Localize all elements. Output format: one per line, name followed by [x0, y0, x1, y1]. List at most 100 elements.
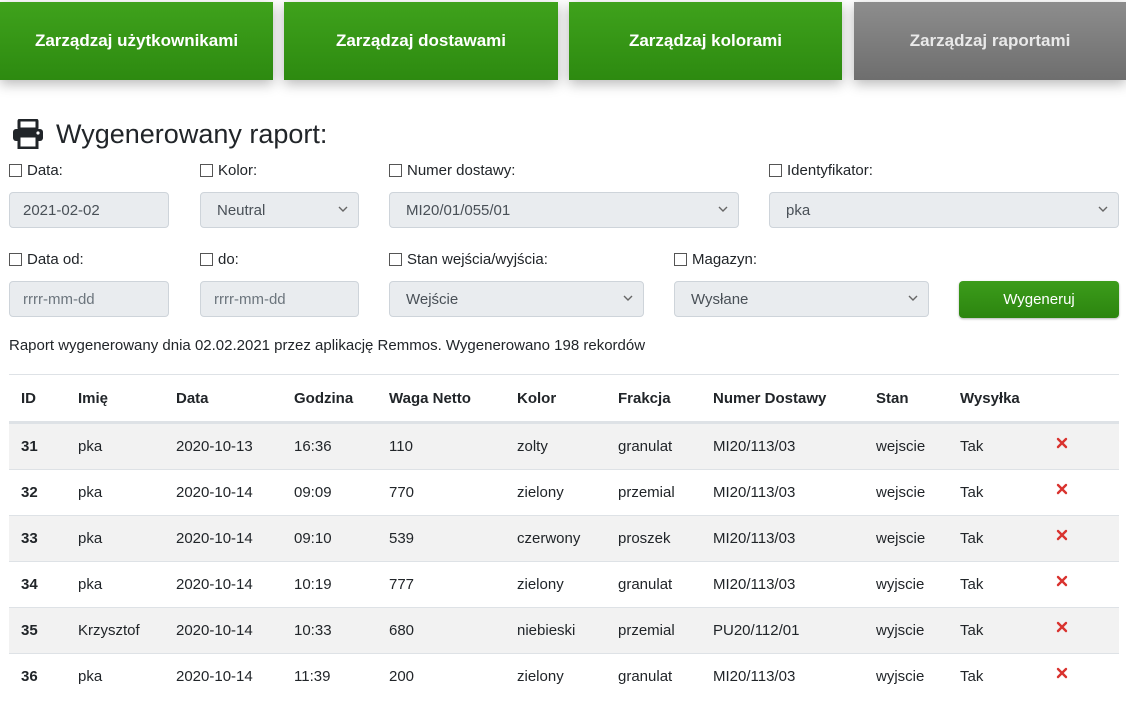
header-state: Stan [876, 389, 909, 407]
cell-date: 2020-10-14 [176, 576, 253, 593]
warehouse-filter-label-text: Magazyn: [692, 251, 758, 268]
warehouse-select[interactable]: Wysłane [674, 281, 929, 317]
identifier-select[interactable]: pka [769, 192, 1119, 228]
generate-button[interactable]: Wygeneruj [959, 281, 1119, 318]
cell-net-weight: 200 [389, 668, 415, 685]
date-to-filter-label: do: [200, 251, 239, 268]
cell-delivery-number: MI20/113/03 [713, 668, 796, 685]
cell-shipping: Tak [960, 484, 984, 501]
date-to-placeholder: rrrr-mm-dd [214, 290, 286, 308]
page-title-text: Wygenerowany raport: [56, 118, 328, 149]
nav-manage-users-label: Zarządzaj użytkownikami [34, 31, 239, 50]
cell-net-weight: 777 [389, 576, 415, 593]
color-filter-checkbox[interactable] [200, 164, 213, 177]
generate-button-label: Wygeneruj [1003, 291, 1075, 308]
report-info-text: Raport wygenerowany dnia 02.02.2021 prze… [9, 337, 646, 354]
header-net-weight: Waga Netto [389, 389, 471, 407]
cell-net-weight: 770 [389, 484, 415, 501]
table-row: 32 pka 2020-10-14 09:09 770 zielony prze… [9, 469, 1119, 515]
nav-manage-reports-button[interactable]: Zarządzaj raportami [854, 2, 1126, 80]
close-icon[interactable] [1056, 575, 1068, 587]
cell-delivery-number: MI20/113/03 [713, 530, 796, 547]
cell-id: 35 [21, 622, 38, 639]
cell-name: pka [78, 530, 103, 547]
cell-id: 32 [21, 484, 38, 501]
header-time: Godzina [294, 389, 354, 407]
warehouse-filter-label: Magazyn: [674, 251, 757, 268]
state-filter-checkbox[interactable] [389, 253, 402, 266]
date-filter-label-text: Data: [27, 162, 63, 179]
cell-net-weight: 539 [389, 530, 415, 547]
cell-fraction: proszek [618, 530, 671, 547]
color-select[interactable]: Neutral [200, 192, 359, 228]
cell-shipping: Tak [960, 668, 984, 685]
cell-shipping: Tak [960, 622, 984, 639]
close-icon[interactable] [1056, 621, 1068, 633]
date-to-filter-checkbox[interactable] [200, 253, 213, 266]
header-id: ID [21, 389, 36, 407]
cell-color: zielony [517, 576, 564, 593]
table-row: 31 pka 2020-10-13 16:36 110 zolty granul… [9, 423, 1119, 469]
page-title: Wygenerowany raport: [12, 114, 327, 154]
identifier-filter-checkbox[interactable] [769, 164, 782, 177]
date-to-input[interactable]: rrrr-mm-dd [200, 281, 359, 317]
close-icon[interactable] [1056, 529, 1068, 541]
identifier-filter-label: Identyfikator: [769, 162, 873, 179]
date-from-input[interactable]: rrrr-mm-dd [9, 281, 169, 317]
cell-date: 2020-10-14 [176, 668, 253, 685]
date-to-filter-label-text: do: [218, 251, 239, 268]
cell-id: 31 [21, 438, 38, 455]
warehouse-filter-checkbox[interactable] [674, 253, 687, 266]
cell-time: 10:33 [294, 622, 332, 639]
date-from-filter-checkbox[interactable] [9, 253, 22, 266]
date-from-filter-label-text: Data od: [27, 251, 84, 268]
close-icon[interactable] [1056, 483, 1068, 495]
nav-manage-deliveries-button[interactable]: Zarządzaj dostawami [284, 2, 558, 80]
cell-name: Krzysztof [78, 622, 140, 639]
cell-delivery-number: MI20/113/03 [713, 576, 796, 593]
nav-manage-reports-label: Zarządzaj raportami [909, 31, 1071, 50]
delivery-number-select[interactable]: MI20/01/055/01 [389, 192, 739, 228]
cell-date: 2020-10-14 [176, 530, 253, 547]
cell-time: 09:10 [294, 530, 332, 547]
header-fraction: Frakcja [618, 389, 671, 407]
nav-manage-colors-button[interactable]: Zarządzaj kolorami [569, 2, 842, 80]
close-icon[interactable] [1056, 437, 1068, 449]
cell-color: zielony [517, 484, 564, 501]
cell-date: 2020-10-13 [176, 438, 253, 455]
chevron-down-icon [718, 206, 728, 212]
chevron-down-icon [338, 206, 348, 212]
delivery-number-select-value: MI20/01/055/01 [406, 201, 511, 219]
chevron-down-icon [623, 295, 633, 301]
state-select[interactable]: Wejście [389, 281, 644, 317]
state-filter-label-text: Stan wejścia/wyjścia: [407, 251, 548, 268]
nav-manage-colors-label: Zarządzaj kolorami [628, 31, 783, 50]
table-header: ID Imię Data Godzina Waga Netto Kolor Fr… [9, 374, 1119, 423]
delivery-number-filter-checkbox[interactable] [389, 164, 402, 177]
table-row: 34 pka 2020-10-14 10:19 777 zielony gran… [9, 561, 1119, 607]
date-from-filter-label: Data od: [9, 251, 84, 268]
cell-id: 33 [21, 530, 38, 547]
nav-manage-users-button[interactable]: Zarządzaj użytkownikami [0, 2, 273, 80]
cell-time: 16:36 [294, 438, 332, 455]
cell-net-weight: 680 [389, 622, 415, 639]
cell-fraction: przemial [618, 484, 675, 501]
header-shipping: Wysyłka [960, 389, 1020, 407]
date-filter-checkbox[interactable] [9, 164, 22, 177]
report-table: ID Imię Data Godzina Waga Netto Kolor Fr… [9, 374, 1119, 699]
cell-delivery-number: MI20/113/03 [713, 484, 796, 501]
cell-fraction: przemial [618, 622, 675, 639]
table-row: 33 pka 2020-10-14 09:10 539 czerwony pro… [9, 515, 1119, 561]
header-delivery-number: Numer Dostawy [713, 389, 827, 407]
cell-state: wyjscie [876, 668, 925, 685]
header-name: Imię [78, 389, 109, 407]
date-input[interactable]: 2021-02-02 [9, 192, 169, 228]
close-icon[interactable] [1056, 667, 1068, 679]
color-filter-label-text: Kolor: [218, 162, 258, 179]
cell-delivery-number: MI20/113/03 [713, 438, 796, 455]
state-select-value: Wejście [406, 290, 459, 308]
cell-delivery-number: PU20/112/01 [713, 622, 800, 639]
warehouse-select-value: Wysłane [691, 290, 749, 308]
cell-state: wyjscie [876, 622, 925, 639]
date-input-value: 2021-02-02 [23, 201, 100, 219]
